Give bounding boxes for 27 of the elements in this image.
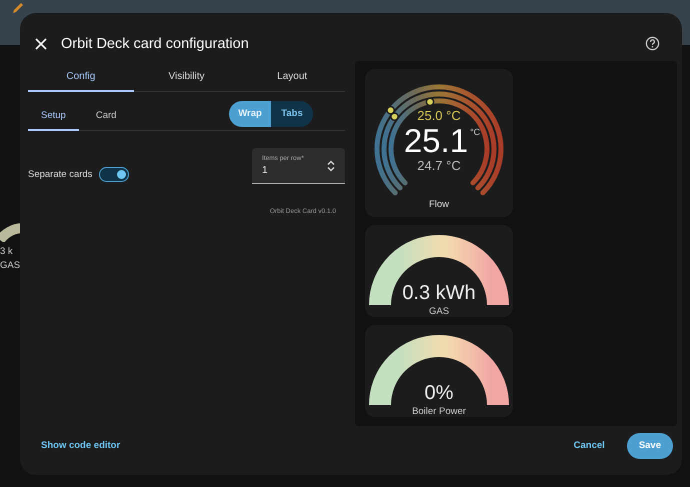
tab[interactable]: Visibility [134,61,240,92]
tab[interactable]: Setup [28,101,79,132]
gauge-arc-drawing [0,222,22,242]
toggle-switch[interactable] [99,166,130,182]
gauge-value: 0.3 kWh [401,282,477,306]
current-temperature: 24.7 °C [417,158,461,174]
pencil-icon[interactable] [12,2,24,14]
tab[interactable]: Layout [239,61,346,92]
dialog-title: Orbit Deck card configuration [61,36,249,52]
card-name: Flow [428,199,450,210]
target-temperature: 25.0 °C [417,108,461,124]
gauge-value: 0% [424,382,454,406]
temperature-value: 25.1 [404,123,468,158]
card-name: Boiler Power [412,406,466,418]
help-icon[interactable] [645,36,660,52]
gauge-label: 3 k [0,246,14,257]
toggle-label: Separate cards [28,168,92,180]
card-name: GAS [428,306,450,318]
cancel-button[interactable]: Cancel [566,436,613,456]
segment-button[interactable]: Tabs [271,100,313,127]
gauge-label: GAS [0,260,20,271]
stepper-icon[interactable] [327,160,335,172]
tab[interactable]: Config [28,61,134,92]
close-icon[interactable] [35,38,47,50]
unit-label: °C [470,127,480,138]
code-editor-link[interactable]: Show code editor [33,436,128,456]
tab[interactable]: Card [82,101,130,132]
